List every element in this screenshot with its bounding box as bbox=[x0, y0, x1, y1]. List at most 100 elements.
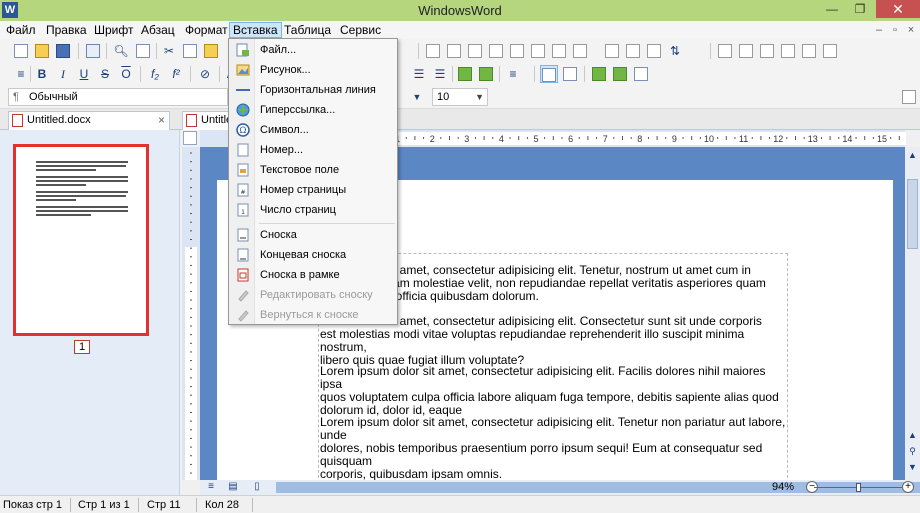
delete-cells-icon[interactable] bbox=[571, 42, 589, 60]
zoom-slider-thumb[interactable] bbox=[856, 483, 861, 492]
menu-file[interactable]: Файл bbox=[3, 22, 39, 38]
symbol-icon: Ω bbox=[236, 123, 250, 137]
previous-page-icon[interactable]: ▲ bbox=[906, 429, 919, 442]
paragraph[interactable]: Lorem ipsum dolor sit amet, consectetur … bbox=[320, 416, 790, 481]
subscript-icon[interactable]: f₂ bbox=[146, 65, 164, 83]
page-setup-icon[interactable] bbox=[632, 65, 650, 83]
decrease-indent-icon[interactable] bbox=[456, 65, 474, 83]
open-folder-icon[interactable] bbox=[33, 42, 51, 60]
insert-rows-icon[interactable] bbox=[487, 42, 505, 60]
web-layout-view-icon[interactable] bbox=[561, 65, 579, 83]
browse-object-icon[interactable]: ⚲ bbox=[906, 445, 919, 458]
superscript-icon[interactable]: f² bbox=[167, 65, 185, 83]
bold-icon[interactable]: B bbox=[33, 65, 51, 83]
border-top-icon[interactable] bbox=[779, 42, 797, 60]
vertical-ruler[interactable] bbox=[182, 147, 200, 480]
menu-edit[interactable]: Правка bbox=[43, 22, 90, 38]
maximize-button[interactable]: ❐ bbox=[846, 0, 874, 18]
tab-untitled-docx[interactable]: Untitled.docx × bbox=[8, 111, 170, 130]
tab-close-icon[interactable]: × bbox=[158, 112, 165, 129]
menu-item-number[interactable]: Номер... bbox=[231, 140, 395, 160]
edit-footnote-icon bbox=[236, 288, 250, 302]
find-icon[interactable]: 🔍︎ bbox=[112, 42, 130, 60]
doc-close-icon[interactable]: × bbox=[904, 23, 918, 37]
next-page-icon[interactable]: ▼ bbox=[906, 461, 919, 474]
toolbar-overflow-icon[interactable] bbox=[900, 88, 918, 106]
menu-item-picture[interactable]: Рисунок... bbox=[231, 60, 395, 80]
border-all-icon[interactable] bbox=[716, 42, 734, 60]
spellcheck-icon[interactable] bbox=[134, 42, 152, 60]
menu-font[interactable]: Шрифт bbox=[91, 22, 136, 38]
header-icon[interactable] bbox=[590, 65, 608, 83]
distribute-columns-icon[interactable] bbox=[645, 42, 663, 60]
menu-item-page-count[interactable]: 1 Число страниц bbox=[231, 200, 395, 220]
close-button[interactable]: ✕ bbox=[876, 0, 920, 18]
menu-item-text-field[interactable]: Текстовое поле bbox=[231, 160, 395, 180]
status-separator bbox=[196, 498, 197, 512]
footer-icon[interactable] bbox=[611, 65, 629, 83]
vertical-ruler-ticks bbox=[190, 152, 192, 474]
sort-icon[interactable]: ⇅ bbox=[666, 42, 684, 60]
menu-item-edit-footnote[interactable]: Редактировать сноску bbox=[231, 285, 395, 305]
minimize-button[interactable]: — bbox=[818, 0, 846, 18]
menu-insert[interactable]: Вставка bbox=[229, 22, 282, 38]
border-inside-icon[interactable] bbox=[758, 42, 776, 60]
italic-icon[interactable]: I bbox=[54, 65, 72, 83]
menu-item-footnote[interactable]: Сноска bbox=[231, 225, 395, 245]
table-properties-icon[interactable] bbox=[603, 42, 621, 60]
menu-item-page-number[interactable]: # Номер страницы bbox=[231, 180, 395, 200]
tab-stop-selector[interactable] bbox=[183, 131, 197, 145]
menu-item-return-footnote[interactable]: Вернуться к сноске bbox=[231, 305, 395, 325]
menu-item-framed-footnote[interactable]: Сноска в рамке bbox=[231, 265, 395, 285]
numbering-icon[interactable]: ☰ bbox=[431, 65, 449, 83]
outline-view-icon[interactable]: ▤ bbox=[226, 478, 240, 492]
zoom-in-icon[interactable]: + bbox=[902, 481, 914, 493]
hidden-text-icon[interactable]: ⊘ bbox=[196, 65, 214, 83]
paragraph-style-combo[interactable]: ¶ Обычный bbox=[8, 88, 228, 106]
menu-item-insert-file[interactable]: Файл... bbox=[231, 40, 395, 60]
print-icon[interactable] bbox=[84, 42, 102, 60]
split-cells-icon[interactable] bbox=[529, 42, 547, 60]
menu-tools[interactable]: Сервис bbox=[337, 22, 384, 38]
cut-icon[interactable]: ✂ bbox=[160, 42, 178, 60]
highlight-color-icon[interactable]: ≡ bbox=[504, 65, 522, 83]
border-none-icon[interactable] bbox=[821, 42, 839, 60]
menu-item-symbol[interactable]: Ω Символ... bbox=[231, 120, 395, 140]
menu-table[interactable]: Таблица bbox=[281, 22, 334, 38]
menu-item-horizontal-line[interactable]: Горизонтальная линия bbox=[231, 80, 395, 100]
strikethrough-icon[interactable]: S bbox=[96, 65, 114, 83]
underline-icon[interactable]: U bbox=[75, 65, 93, 83]
overline-icon[interactable]: O bbox=[117, 65, 135, 83]
paragraph[interactable]: Lorem ipsum dolor sit amet, consectetur … bbox=[320, 365, 790, 417]
bullets-icon[interactable]: ☰ bbox=[410, 65, 428, 83]
new-document-icon[interactable] bbox=[12, 42, 30, 60]
scrollbar-thumb[interactable] bbox=[907, 179, 918, 249]
menu-item-endnote[interactable]: Концевая сноска bbox=[231, 245, 395, 265]
border-outside-icon[interactable] bbox=[737, 42, 755, 60]
font-combo-arrow-icon[interactable]: ▼ bbox=[408, 88, 426, 106]
align-table-left-icon[interactable] bbox=[424, 42, 442, 60]
merge-cells-icon[interactable] bbox=[550, 42, 568, 60]
save-icon[interactable] bbox=[54, 42, 72, 60]
font-size-combo[interactable]: 10 ▼ bbox=[432, 88, 488, 106]
distribute-rows-icon[interactable] bbox=[624, 42, 642, 60]
border-bottom-icon[interactable] bbox=[800, 42, 818, 60]
doc-minimize-icon[interactable]: – bbox=[872, 23, 886, 37]
copy-icon[interactable] bbox=[181, 42, 199, 60]
draft-view-icon[interactable]: ≡ bbox=[204, 478, 218, 492]
insert-columns-icon[interactable] bbox=[508, 42, 526, 60]
page-layout-view-icon[interactable] bbox=[540, 65, 558, 83]
page-thumbnail[interactable] bbox=[13, 144, 149, 336]
menu-paragraph[interactable]: Абзац bbox=[138, 22, 178, 38]
align-table-right-icon[interactable] bbox=[466, 42, 484, 60]
paste-icon[interactable] bbox=[202, 42, 220, 60]
vertical-scrollbar[interactable]: ▲ ▲ ⚲ ▼ bbox=[905, 147, 920, 480]
doc-restore-icon[interactable]: ▫ bbox=[888, 23, 902, 37]
increase-indent-icon[interactable] bbox=[477, 65, 495, 83]
align-table-center-icon[interactable] bbox=[445, 42, 463, 60]
menu-format[interactable]: Формат bbox=[182, 22, 231, 38]
print-layout-view-icon[interactable]: ▯ bbox=[250, 478, 264, 492]
menu-item-hyperlink[interactable]: Гиперссылка... bbox=[231, 100, 395, 120]
align-left-icon[interactable]: ≡ bbox=[12, 65, 30, 83]
scroll-up-icon[interactable]: ▲ bbox=[906, 149, 919, 162]
